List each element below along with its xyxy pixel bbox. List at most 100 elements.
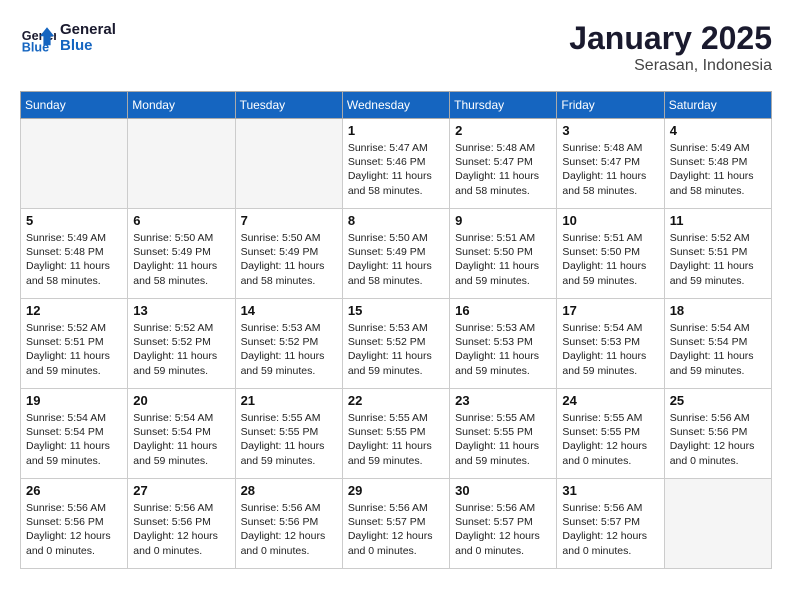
- day-info: Sunrise: 5:54 AMSunset: 5:54 PMDaylight:…: [133, 411, 229, 468]
- day-info: Sunrise: 5:55 AMSunset: 5:55 PMDaylight:…: [455, 411, 551, 468]
- day-header-saturday: Saturday: [664, 92, 771, 119]
- calendar-cell: 9 Sunrise: 5:51 AMSunset: 5:50 PMDaylight…: [450, 209, 557, 299]
- day-number: 30: [455, 483, 551, 498]
- day-number: 8: [348, 213, 444, 228]
- calendar-cell: 15 Sunrise: 5:53 AMSunset: 5:52 PMDayligh…: [342, 299, 449, 389]
- calendar-cell: 18 Sunrise: 5:54 AMSunset: 5:54 PMDayligh…: [664, 299, 771, 389]
- day-info: Sunrise: 5:52 AMSunset: 5:51 PMDaylight:…: [670, 231, 766, 288]
- day-info: Sunrise: 5:56 AMSunset: 5:56 PMDaylight:…: [241, 501, 337, 558]
- day-info: Sunrise: 5:52 AMSunset: 5:52 PMDaylight:…: [133, 321, 229, 378]
- day-number: 4: [670, 123, 766, 138]
- day-number: 15: [348, 303, 444, 318]
- calendar-cell: 10Sunrise: 5:51 AMSunset: 5:50 PMDayligh…: [557, 209, 664, 299]
- day-number: 21: [241, 393, 337, 408]
- day-info: Sunrise: 5:52 AMSunset: 5:51 PMDaylight:…: [26, 321, 122, 378]
- week-row-3: 12Sunrise: 5:52 AMSunset: 5:51 PMDayligh…: [21, 299, 772, 389]
- day-info: Sunrise: 5:47 AMSunset: 5:46 PMDaylight:…: [348, 141, 444, 198]
- day-number: 31: [562, 483, 658, 498]
- day-number: 1: [348, 123, 444, 138]
- calendar-cell: 26 Sunrise: 5:56 AMSunset: 5:56 PMDayligh…: [21, 479, 128, 569]
- day-number: 22: [348, 393, 444, 408]
- calendar-cell: 30 Sunrise: 5:56 AMSunset: 5:57 PMDayligh…: [450, 479, 557, 569]
- day-number: 7: [241, 213, 337, 228]
- day-number: 6: [133, 213, 229, 228]
- calendar-cell: 28 Sunrise: 5:56 AMSunset: 5:56 PMDayligh…: [235, 479, 342, 569]
- day-number: 20: [133, 393, 229, 408]
- calendar-cell: 6 Sunrise: 5:50 AMSunset: 5:49 PMDaylight…: [128, 209, 235, 299]
- day-info: Sunrise: 5:54 AMSunset: 5:54 PMDaylight:…: [26, 411, 122, 468]
- day-info: Sunrise: 5:56 AMSunset: 5:56 PMDaylight:…: [26, 501, 122, 558]
- day-number: 24: [562, 393, 658, 408]
- calendar-cell: 11 Sunrise: 5:52 AMSunset: 5:51 PMDayligh…: [664, 209, 771, 299]
- title-block: January 2025 Serasan, Indonesia: [569, 20, 772, 75]
- calendar-cell: 19 Sunrise: 5:54 AMSunset: 5:54 PMDayligh…: [21, 389, 128, 479]
- calendar-cell: 16Sunrise: 5:53 AMSunset: 5:53 PMDayligh…: [450, 299, 557, 389]
- day-number: 23: [455, 393, 551, 408]
- day-number: 19: [26, 393, 122, 408]
- day-number: 27: [133, 483, 229, 498]
- day-number: 17: [562, 303, 658, 318]
- day-info: Sunrise: 5:49 AMSunset: 5:48 PMDaylight:…: [26, 231, 122, 288]
- day-info: Sunrise: 5:53 AMSunset: 5:52 PMDaylight:…: [348, 321, 444, 378]
- day-number: 3: [562, 123, 658, 138]
- calendar-cell: [235, 119, 342, 209]
- calendar-cell: 3 Sunrise: 5:48 AMSunset: 5:47 PMDaylight…: [557, 119, 664, 209]
- day-info: Sunrise: 5:53 AMSunset: 5:52 PMDaylight:…: [241, 321, 337, 378]
- day-number: 2: [455, 123, 551, 138]
- week-row-4: 19 Sunrise: 5:54 AMSunset: 5:54 PMDayligh…: [21, 389, 772, 479]
- day-info: Sunrise: 5:56 AMSunset: 5:57 PMDaylight:…: [455, 501, 551, 558]
- day-number: 26: [26, 483, 122, 498]
- calendar-cell: 13 Sunrise: 5:52 AMSunset: 5:52 PMDayligh…: [128, 299, 235, 389]
- calendar-cell: 1 Sunrise: 5:47 AMSunset: 5:46 PMDaylight…: [342, 119, 449, 209]
- calendar-table: SundayMondayTuesdayWednesdayThursdayFrid…: [20, 91, 772, 569]
- calendar-cell: 20 Sunrise: 5:54 AMSunset: 5:54 PMDayligh…: [128, 389, 235, 479]
- day-number: 28: [241, 483, 337, 498]
- page-header: General Blue General Blue January 2025 S…: [20, 20, 772, 75]
- day-number: 18: [670, 303, 766, 318]
- day-info: Sunrise: 5:55 AMSunset: 5:55 PMDaylight:…: [348, 411, 444, 468]
- day-info: Sunrise: 5:49 AMSunset: 5:48 PMDaylight:…: [670, 141, 766, 198]
- calendar-cell: 24 Sunrise: 5:55 AMSunset: 5:55 PMDayligh…: [557, 389, 664, 479]
- calendar-cell: 14 Sunrise: 5:53 AMSunset: 5:52 PMDayligh…: [235, 299, 342, 389]
- logo-line1: General: [60, 22, 116, 39]
- day-info: Sunrise: 5:48 AMSunset: 5:47 PMDaylight:…: [562, 141, 658, 198]
- week-row-1: 1 Sunrise: 5:47 AMSunset: 5:46 PMDaylight…: [21, 119, 772, 209]
- logo: General Blue General Blue: [20, 20, 116, 56]
- day-number: 25: [670, 393, 766, 408]
- calendar-cell: 29Sunrise: 5:56 AMSunset: 5:57 PMDayligh…: [342, 479, 449, 569]
- week-row-5: 26 Sunrise: 5:56 AMSunset: 5:56 PMDayligh…: [21, 479, 772, 569]
- calendar-header-row: SundayMondayTuesdayWednesdayThursdayFrid…: [21, 92, 772, 119]
- calendar-cell: 25Sunrise: 5:56 AMSunset: 5:56 PMDayligh…: [664, 389, 771, 479]
- calendar-cell: 12Sunrise: 5:52 AMSunset: 5:51 PMDayligh…: [21, 299, 128, 389]
- day-info: Sunrise: 5:51 AMSunset: 5:50 PMDaylight:…: [455, 231, 551, 288]
- day-info: Sunrise: 5:56 AMSunset: 5:56 PMDaylight:…: [133, 501, 229, 558]
- calendar-cell: 23 Sunrise: 5:55 AMSunset: 5:55 PMDayligh…: [450, 389, 557, 479]
- calendar-cell: 17 Sunrise: 5:54 AMSunset: 5:53 PMDayligh…: [557, 299, 664, 389]
- day-info: Sunrise: 5:55 AMSunset: 5:55 PMDaylight:…: [562, 411, 658, 468]
- calendar-cell: 31Sunrise: 5:56 AMSunset: 5:57 PMDayligh…: [557, 479, 664, 569]
- day-info: Sunrise: 5:50 AMSunset: 5:49 PMDaylight:…: [241, 231, 337, 288]
- day-info: Sunrise: 5:48 AMSunset: 5:47 PMDaylight:…: [455, 141, 551, 198]
- day-number: 10: [562, 213, 658, 228]
- calendar-cell: 4 Sunrise: 5:49 AMSunset: 5:48 PMDaylight…: [664, 119, 771, 209]
- day-info: Sunrise: 5:50 AMSunset: 5:49 PMDaylight:…: [133, 231, 229, 288]
- day-number: 5: [26, 213, 122, 228]
- day-info: Sunrise: 5:54 AMSunset: 5:54 PMDaylight:…: [670, 321, 766, 378]
- day-info: Sunrise: 5:56 AMSunset: 5:57 PMDaylight:…: [348, 501, 444, 558]
- calendar-cell: [664, 479, 771, 569]
- day-number: 14: [241, 303, 337, 318]
- day-header-monday: Monday: [128, 92, 235, 119]
- day-number: 9: [455, 213, 551, 228]
- calendar-cell: 21Sunrise: 5:55 AMSunset: 5:55 PMDayligh…: [235, 389, 342, 479]
- logo-line2: Blue: [60, 38, 116, 55]
- day-number: 11: [670, 213, 766, 228]
- day-info: Sunrise: 5:53 AMSunset: 5:53 PMDaylight:…: [455, 321, 551, 378]
- logo-icon: General Blue: [20, 20, 56, 56]
- day-header-tuesday: Tuesday: [235, 92, 342, 119]
- calendar-cell: 5 Sunrise: 5:49 AMSunset: 5:48 PMDaylight…: [21, 209, 128, 299]
- day-info: Sunrise: 5:54 AMSunset: 5:53 PMDaylight:…: [562, 321, 658, 378]
- calendar-cell: 27 Sunrise: 5:56 AMSunset: 5:56 PMDayligh…: [128, 479, 235, 569]
- day-info: Sunrise: 5:50 AMSunset: 5:49 PMDaylight:…: [348, 231, 444, 288]
- day-number: 13: [133, 303, 229, 318]
- day-header-thursday: Thursday: [450, 92, 557, 119]
